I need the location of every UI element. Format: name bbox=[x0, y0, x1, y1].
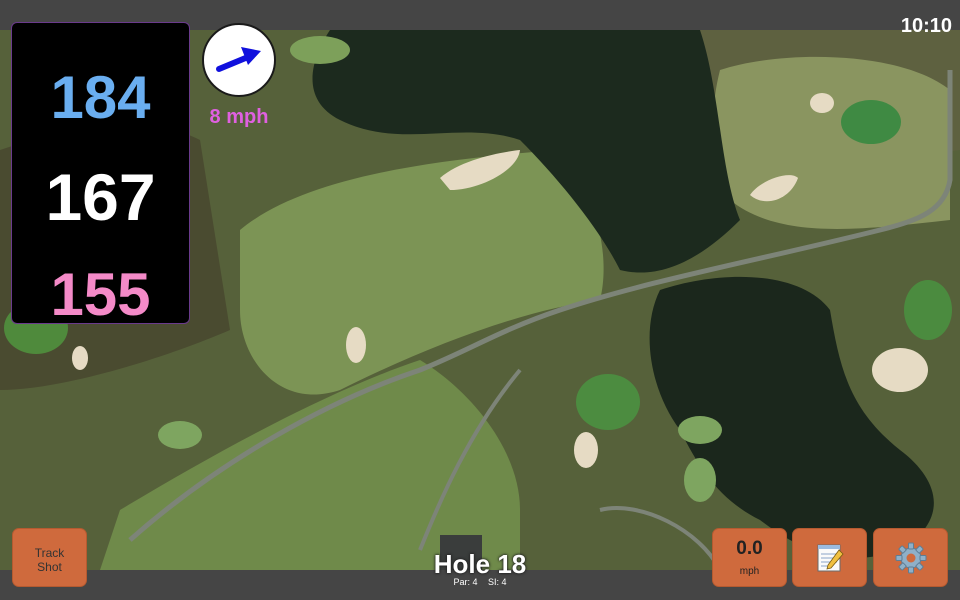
wind-speed-button[interactable]: 0.0 mph bbox=[712, 528, 787, 587]
settings-button[interactable] bbox=[873, 528, 948, 587]
scorecard-notes-button[interactable] bbox=[792, 528, 867, 587]
clock: 10:10 bbox=[900, 15, 952, 37]
front-distance: 155 bbox=[50, 261, 151, 328]
hole-title: Hole 18 bbox=[433, 549, 527, 579]
wind-button-unit: mph bbox=[739, 566, 760, 577]
wind-speed-label: 8 mph bbox=[209, 106, 269, 128]
arrow-icon bbox=[216, 47, 261, 72]
wind-direction-indicator bbox=[202, 23, 276, 97]
track-shot-button[interactable]: Track Shot bbox=[12, 528, 87, 587]
stroke-index-label: SI: 4 bbox=[488, 577, 507, 587]
middle-distance: 167 bbox=[45, 160, 156, 234]
distance-panel[interactable]: 184 167 155 bbox=[11, 22, 190, 328]
wind-button-value: 0.0 bbox=[736, 538, 763, 559]
hole-details: Par: 4 SI: 4 bbox=[380, 577, 580, 587]
track-shot-label-line2: Shot bbox=[37, 560, 62, 574]
notepad-icon bbox=[817, 544, 844, 571]
gear-icon bbox=[895, 542, 926, 573]
back-distance: 184 bbox=[50, 64, 151, 131]
track-shot-label-line1: Track bbox=[34, 546, 65, 560]
par-label: Par: 4 bbox=[453, 577, 478, 587]
